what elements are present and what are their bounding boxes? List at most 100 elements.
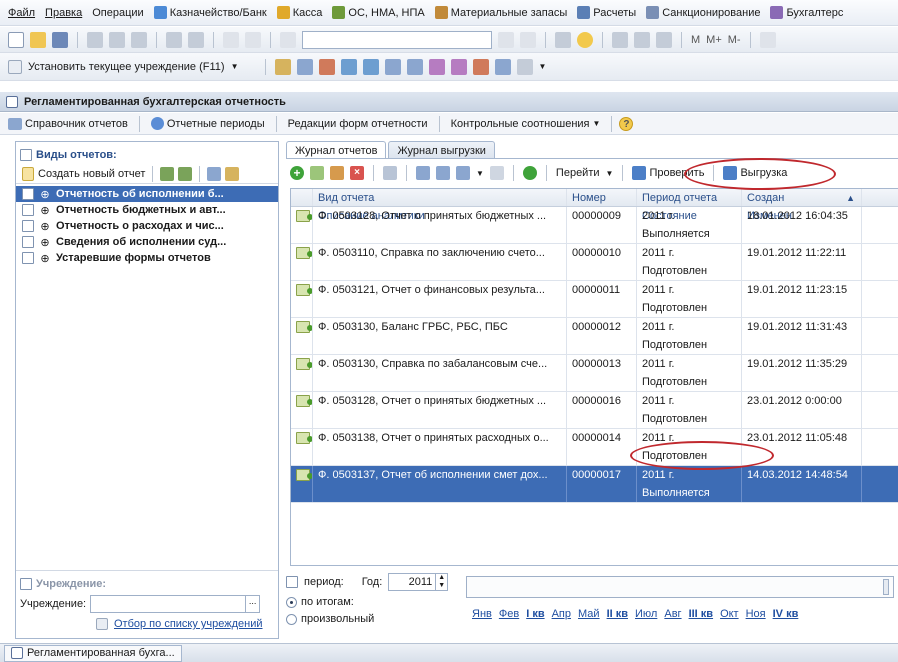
reports-catalog-button[interactable]: Справочник отчетов	[4, 117, 132, 130]
col-number[interactable]: Номер	[567, 189, 637, 206]
copy-record-icon[interactable]	[310, 166, 324, 180]
new-document-icon[interactable]	[8, 31, 24, 48]
month-link[interactable]: IV кв	[773, 608, 799, 620]
report-tool-icon[interactable]	[296, 58, 313, 75]
report-tool-icon[interactable]	[494, 58, 511, 75]
memory-minus-button[interactable]: M-	[728, 34, 741, 46]
taskbar-window-button[interactable]: Регламентированная бухга...	[4, 644, 182, 662]
report-tool-icon[interactable]	[472, 58, 489, 75]
set-institution-button[interactable]: Установить текущее учреждение (F11)	[28, 61, 225, 73]
period-slider[interactable]	[466, 576, 894, 598]
institution-input[interactable]: ...	[90, 595, 261, 613]
filter-by-list-link[interactable]: Отбор по списку учреждений	[114, 618, 263, 630]
expand-icon[interactable]: ⊕	[40, 188, 50, 201]
export-button[interactable]: Выгрузка	[723, 166, 787, 180]
open-folder-icon[interactable]	[30, 31, 46, 48]
report-types-checkbox[interactable]	[20, 149, 32, 161]
spinner-arrows-icon[interactable]: ▲ ▼	[435, 574, 447, 590]
expand-icon[interactable]: ⊕	[40, 220, 50, 233]
delete-icon[interactable]: ×	[350, 166, 364, 180]
view-icon[interactable]	[207, 166, 222, 181]
tree-item[interactable]: ⊕ Устаревшие формы отчетов	[16, 250, 278, 266]
users-icon[interactable]	[656, 31, 672, 48]
tree-item[interactable]: ⊕ Сведения об исполнении суд...	[16, 234, 278, 250]
forward-icon[interactable]	[245, 31, 261, 48]
month-link[interactable]: I кв	[526, 608, 544, 620]
table-row[interactable]: Ф. 0503130, Справка по забалансовым сче.…	[291, 355, 898, 392]
year-spinner[interactable]: 2011 ▲ ▼	[388, 573, 449, 591]
chevron-down-icon[interactable]: ▼	[476, 169, 484, 178]
table-row[interactable]: Ф. 0503137, Отчет об исполнении смет дох…	[291, 466, 898, 503]
menu-item-4[interactable]: Касса	[276, 6, 322, 19]
month-link[interactable]: III кв	[689, 608, 714, 620]
month-link[interactable]: II кв	[607, 608, 628, 620]
report-tool-icon[interactable]	[318, 58, 335, 75]
create-report-button[interactable]: Создать новый отчет	[38, 168, 145, 180]
menu-item-3[interactable]: Казначейство/Банк	[153, 6, 267, 19]
tab-export-journal[interactable]: Журнал выгрузки	[388, 141, 495, 159]
goto-button[interactable]: Перейти	[556, 167, 600, 179]
back-icon[interactable]	[223, 31, 239, 48]
slider-thumb[interactable]	[883, 579, 889, 595]
month-link[interactable]: Авг	[664, 608, 681, 620]
tree-item-checkbox[interactable]	[22, 188, 34, 200]
totals-radio[interactable]	[286, 596, 297, 608]
menu-item-9[interactable]: Бухгалтерс	[770, 6, 843, 19]
tree-item[interactable]: ⊕ Отчетность об исполнении б...	[16, 186, 278, 202]
filter-value-icon[interactable]	[436, 166, 450, 180]
refresh-icon[interactable]	[522, 166, 537, 180]
form-editions-button[interactable]: Редакции форм отчетности	[284, 118, 432, 130]
search-icon[interactable]	[280, 31, 296, 48]
report-tool-icon[interactable]	[450, 58, 467, 75]
table-row[interactable]: Ф. 0503121, Отчет о финансовых результа.…	[291, 281, 898, 318]
col-report-type[interactable]: Вид отчета	[313, 189, 567, 206]
menu-item-5[interactable]: ОС, НМА, НПА	[332, 6, 425, 19]
find-next-icon[interactable]	[498, 31, 514, 48]
preview-icon[interactable]	[188, 31, 204, 48]
check-button[interactable]: Проверить	[632, 166, 704, 180]
table-row[interactable]: Ф. 0503138, Отчет о принятых расходных о…	[291, 429, 898, 466]
chevron-down-icon[interactable]: ▼	[539, 62, 547, 71]
col-created[interactable]: Создан ▲	[742, 189, 862, 206]
tree-item-checkbox[interactable]	[22, 220, 34, 232]
menu-item-7[interactable]: Расчеты	[577, 6, 636, 19]
copy-icon[interactable]	[109, 31, 125, 48]
report-tool-icon[interactable]	[340, 58, 357, 75]
expand-icon[interactable]: ⊕	[40, 236, 50, 249]
collapse-all-icon[interactable]	[178, 166, 193, 181]
report-tool-icon[interactable]	[406, 58, 423, 75]
info-icon[interactable]	[577, 31, 593, 48]
find-prev-icon[interactable]	[520, 31, 536, 48]
edit-icon[interactable]	[330, 166, 344, 180]
tree-item-checkbox[interactable]	[22, 236, 34, 248]
table-row[interactable]: Ф. 0503128, Отчет о принятых бюджетных .…	[291, 392, 898, 429]
month-link[interactable]: Июл	[635, 608, 657, 620]
tree-item[interactable]: ⊕ Отчетность о расходах и чис...	[16, 218, 278, 234]
report-tool-icon[interactable]	[384, 58, 401, 75]
report-tool-icon[interactable]	[274, 58, 291, 75]
menu-item-8[interactable]: Санкционирование	[646, 6, 760, 19]
calculator-icon[interactable]	[612, 31, 628, 48]
period-checkbox[interactable]	[286, 576, 298, 588]
scissors-icon[interactable]	[759, 31, 776, 48]
tree-item-checkbox[interactable]	[22, 252, 34, 264]
settings-icon[interactable]	[225, 166, 240, 181]
paste-icon[interactable]	[131, 31, 147, 48]
filter-icon[interactable]	[416, 166, 430, 180]
month-link[interactable]: Апр	[552, 608, 571, 620]
reporting-periods-button[interactable]: Отчетные периоды	[147, 117, 269, 130]
month-link[interactable]: Янв	[472, 608, 492, 620]
filter-list-icon[interactable]	[456, 166, 470, 180]
expand-icon[interactable]: ⊕	[40, 204, 50, 217]
col-period[interactable]: Период отчета	[637, 189, 742, 206]
chevron-down-icon[interactable]: ▼	[606, 169, 614, 178]
report-tool-icon[interactable]	[362, 58, 379, 75]
add-icon[interactable]: +	[290, 166, 304, 180]
table-row[interactable]: Ф. 0503110, Справка по заключению счето.…	[291, 244, 898, 281]
ellipsis-button[interactable]: ...	[245, 596, 259, 612]
menu-item-1[interactable]: Правка	[45, 7, 82, 19]
month-link[interactable]: Фев	[499, 608, 519, 620]
tree-item-checkbox[interactable]	[22, 204, 34, 216]
month-link[interactable]: Май	[578, 608, 600, 620]
memory-button[interactable]: M	[691, 34, 700, 46]
